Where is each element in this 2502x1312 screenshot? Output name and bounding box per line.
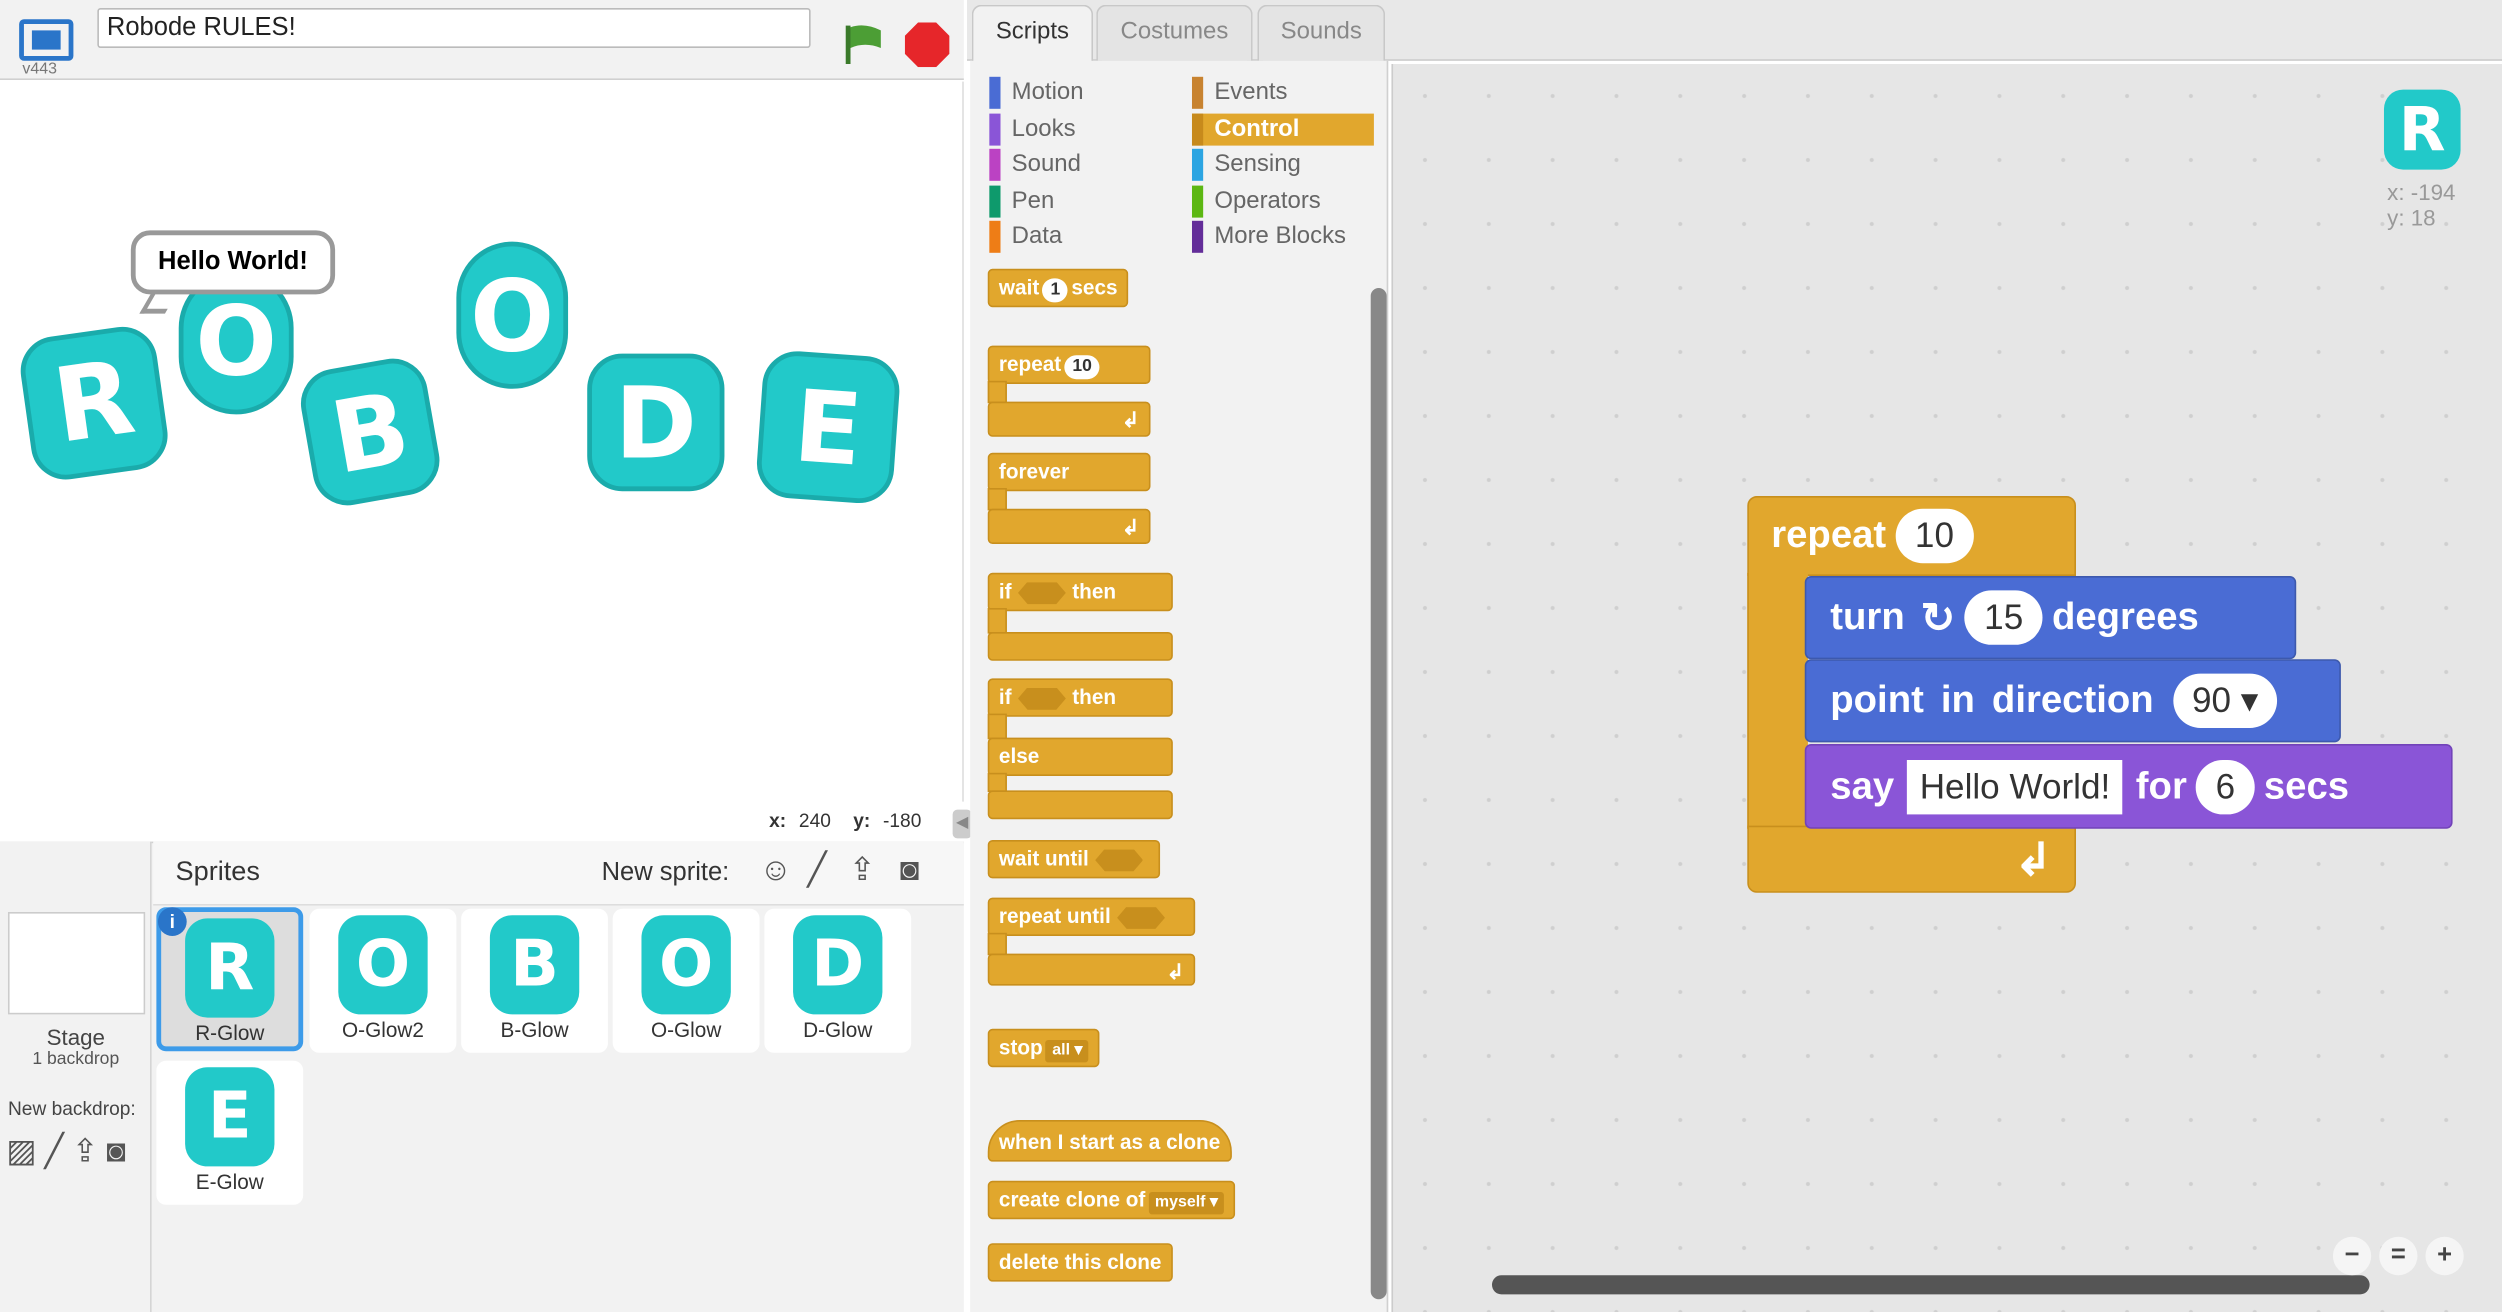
sprite-name: O-Glow: [650, 1017, 722, 1042]
block-create-clone[interactable]: create clone of myself ▾: [987, 1180, 1236, 1220]
stage-thumbnail[interactable]: [7, 912, 146, 1015]
green-flag-icon[interactable]: [843, 22, 884, 67]
stop-icon[interactable]: [904, 22, 950, 68]
category-pen[interactable]: Pen: [989, 185, 1180, 218]
stage-label: Stage: [46, 1024, 105, 1050]
block-if-then[interactable]: if then: [987, 572, 1173, 612]
zoom-in-icon[interactable]: +: [2425, 1236, 2464, 1276]
paint-sprite-icon[interactable]: ╱: [807, 851, 826, 889]
fullscreen-icon[interactable]: [19, 19, 74, 61]
block-repeat[interactable]: repeat 10: [987, 345, 1151, 384]
block-wait-until[interactable]: wait until: [987, 840, 1161, 879]
backdrop-tools: ▨ ╱ ⇪ ◙: [6, 1133, 150, 1169]
block-if-arm: [987, 608, 1007, 634]
version-label: v443: [22, 60, 57, 79]
block-forever[interactable]: forever: [987, 452, 1151, 492]
script-repeat-foot: ↲: [1747, 825, 2077, 893]
camera-sprite-icon[interactable]: ◙: [900, 851, 919, 889]
block-repeat-foot: ↲: [987, 401, 1151, 437]
block-repeat-arm: [987, 380, 1007, 404]
block-repeat-until-foot: ↲: [987, 953, 1196, 986]
sprite-letter-b[interactable]: B: [295, 353, 445, 511]
sprite-name: D-Glow: [803, 1017, 873, 1042]
upload-sprite-icon[interactable]: ⇪: [849, 851, 876, 889]
category-data[interactable]: Data: [989, 220, 1180, 253]
current-sprite-thumbnail: R: [2383, 89, 2461, 170]
new-backdrop-label: New backdrop:: [7, 1097, 136, 1120]
paint-brush-icon[interactable]: ╱: [45, 1133, 64, 1169]
category-looks[interactable]: Looks: [989, 113, 1180, 146]
script-repeat-block[interactable]: repeat 10: [1747, 496, 2077, 576]
tab-costumes[interactable]: Costumes: [1096, 4, 1253, 61]
sprite-name: B-Glow: [500, 1017, 569, 1042]
script-repeat-arm: [1747, 572, 1808, 829]
category-motion[interactable]: Motion: [989, 76, 1180, 109]
sprite-tile[interactable]: E E-Glow: [156, 1060, 304, 1205]
script-turn-block[interactable]: turn ↻ 15 degrees: [1804, 576, 2297, 660]
block-if-else-arm: [987, 713, 1007, 740]
tab-scripts[interactable]: Scripts: [971, 4, 1094, 63]
script-say-block[interactable]: say Hello World! for 6 secs: [1804, 744, 2453, 829]
sprite-name: R-Glow: [195, 1020, 265, 1045]
new-sprite-label: New sprite:: [601, 859, 730, 887]
block-delete-clone[interactable]: delete this clone: [987, 1243, 1173, 1282]
rotate-cw-icon: ↻: [1920, 592, 1956, 641]
camera-icon[interactable]: ◙: [106, 1133, 125, 1169]
mouse-coordinates: x: 240 y: -180: [769, 809, 922, 832]
category-sensing[interactable]: Sensing: [1191, 148, 1374, 181]
block-when-clone[interactable]: when I start as a clone: [987, 1120, 1232, 1162]
sprite-thumbnail: O: [641, 915, 731, 1015]
sprite-name: O-Glow2: [342, 1017, 424, 1042]
project-title-input[interactable]: Robode RULES!: [97, 8, 811, 48]
speech-bubble: Hello World!: [130, 230, 336, 295]
block-wait[interactable]: wait 1 secs: [987, 268, 1129, 308]
sprite-tile[interactable]: D D-Glow: [764, 908, 912, 1053]
category-events[interactable]: Events: [1191, 76, 1374, 109]
sprite-thumbnail: O: [338, 915, 428, 1015]
sprite-letter-r[interactable]: R: [16, 322, 173, 485]
sprite-thumbnail: E: [185, 1067, 275, 1167]
category-more-blocks[interactable]: More Blocks: [1191, 220, 1374, 253]
sprite-thumbnail: R: [185, 918, 275, 1018]
sprite-tile[interactable]: B B-Glow: [461, 908, 608, 1053]
category-sound[interactable]: Sound: [989, 148, 1180, 181]
sprite-letter-d[interactable]: D: [587, 353, 725, 492]
sprite-name: E-Glow: [195, 1169, 264, 1194]
sprites-title: Sprites: [175, 856, 260, 887]
stage-backdrop-count: 1 backdrop: [32, 1049, 120, 1069]
zoom-reset-icon[interactable]: =: [2379, 1236, 2418, 1276]
block-repeat-until-arm: [987, 932, 1007, 956]
block-stop[interactable]: stop all ▾: [987, 1028, 1101, 1068]
tab-sounds[interactable]: Sounds: [1257, 4, 1386, 61]
sprite-tile[interactable]: O O-Glow2: [309, 908, 457, 1053]
zoom-out-icon[interactable]: −: [2332, 1236, 2372, 1276]
stage-canvas[interactable]: R O B O D E: [0, 81, 964, 802]
sprite-letter-e[interactable]: E: [754, 348, 902, 506]
collapse-stage-arrow[interactable]: ◀: [952, 809, 972, 839]
palette-scrollbar[interactable]: [1370, 288, 1387, 1300]
sprite-thumbnail: D: [793, 915, 883, 1015]
info-icon[interactable]: i: [157, 907, 187, 936]
sprite-thumbnail: B: [489, 915, 580, 1015]
sprites-header: [153, 841, 964, 906]
sprite-coordinates: x: -194 y: 18: [2387, 179, 2456, 231]
category-control[interactable]: Control: [1191, 113, 1374, 146]
sprite-tile[interactable]: O O-Glow: [612, 908, 760, 1053]
sprite-letter-o2[interactable]: O: [456, 241, 569, 389]
block-repeat-until[interactable]: repeat until: [987, 897, 1196, 936]
block-else: else: [987, 737, 1173, 776]
block-if-foot: [987, 632, 1173, 661]
category-operators[interactable]: Operators: [1191, 185, 1374, 218]
script-point-block[interactable]: point in direction 90 ▾: [1804, 659, 2341, 743]
paint-backdrop-library-icon[interactable]: ▨: [6, 1133, 36, 1169]
sprite-library-icon[interactable]: ☺: [760, 851, 793, 889]
block-else-arm: [987, 772, 1007, 792]
upload-icon[interactable]: ⇪: [72, 1133, 99, 1169]
block-forever-arm: [987, 488, 1007, 511]
script-area-scrollbar[interactable]: [1491, 1275, 2370, 1295]
block-if-else-foot: [987, 790, 1173, 820]
block-if-else[interactable]: if then: [987, 678, 1173, 717]
block-forever-foot: ↲: [987, 508, 1151, 544]
